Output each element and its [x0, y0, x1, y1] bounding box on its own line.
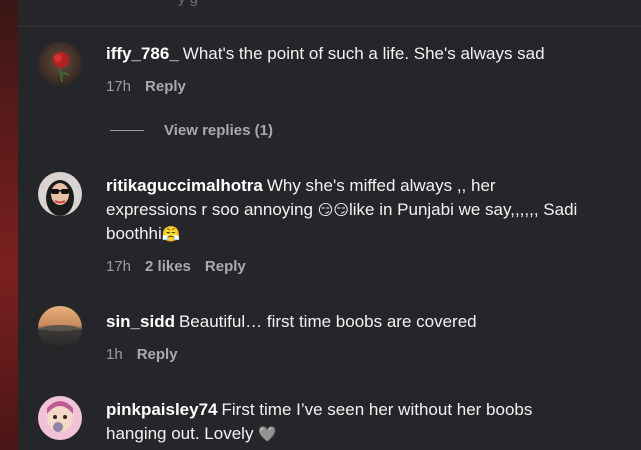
comment-meta: 17h Reply [106, 78, 186, 95]
avatar[interactable] [38, 396, 82, 440]
reply-button[interactable]: Reply [145, 78, 186, 95]
timestamp: 17h [106, 258, 132, 275]
comment-meta: 1h Reply [106, 346, 178, 363]
comment-meta: 17h 2 likes Reply [106, 258, 246, 275]
view-replies-label: View replies (1) [164, 122, 273, 139]
view-replies-line [110, 130, 144, 131]
comments-panel: y g iffy_786_What's the point of such a … [18, 0, 641, 450]
comment-body: What's the point of such a life. She's a… [182, 44, 545, 63]
grey-heart-emoji-icon: 🩶 [258, 425, 277, 443]
timestamp: 17h [106, 78, 132, 95]
comment-text: iffy_786_ What's the point of such a life… [106, 42, 631, 66]
huffing-face-emoji-icon: 😤 [161, 225, 181, 243]
avatar[interactable] [38, 306, 82, 350]
username[interactable]: sin_sidd [106, 312, 175, 331]
likes-count[interactable]: 2 likes [145, 258, 191, 275]
comment-text: pinkpaisley74 First time I’ve seen her wi… [106, 398, 581, 446]
comment-text: sin_sidd Beautiful… first time boobs are … [106, 310, 631, 334]
background-image-strip [0, 0, 18, 450]
avatar[interactable] [38, 42, 82, 86]
avatar[interactable] [38, 172, 82, 216]
smirk-emoji-icon: 😏😏 [317, 201, 349, 219]
reply-button[interactable]: Reply [205, 258, 246, 275]
divider [18, 26, 641, 27]
timestamp: 1h [106, 346, 123, 363]
username[interactable]: iffy_786_ [106, 44, 179, 63]
username[interactable]: pinkpaisley74 [106, 400, 218, 419]
previous-comment-cutoff-text: y g [178, 0, 198, 7]
comment-body: Beautiful… first time boobs are covered [178, 312, 477, 331]
view-replies-button[interactable]: View replies (1) [110, 122, 273, 139]
reply-button[interactable]: Reply [137, 346, 178, 363]
comment-text: ritikaguccimalhotra Why she's miffed alwa… [106, 174, 581, 246]
username[interactable]: ritikaguccimalhotra [106, 176, 263, 195]
